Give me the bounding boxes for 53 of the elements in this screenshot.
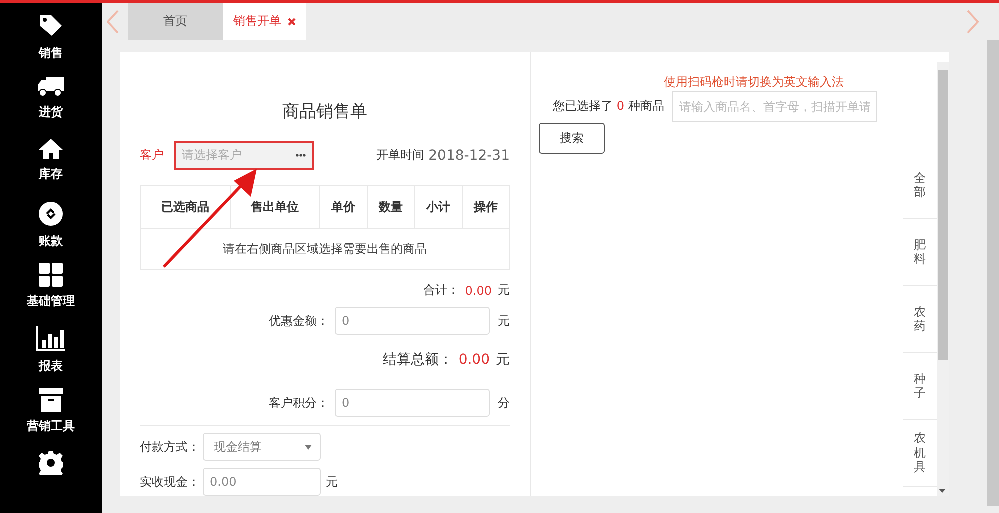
truck-icon[interactable] [37, 76, 65, 98]
scroll-down-icon[interactable] [939, 489, 946, 493]
selected-count-text: 您已选择了 0 种商品 [553, 98, 664, 115]
settle-label: 结算总额： [382, 351, 453, 369]
archive-box-icon[interactable] [39, 388, 63, 412]
close-icon[interactable] [288, 18, 296, 26]
sidebar-item-label[interactable]: 库存 [39, 166, 63, 183]
tab[interactable]: 销售开单 [223, 3, 306, 40]
link-icon[interactable] [38, 200, 64, 226]
tab[interactable]: 首页 [128, 3, 223, 40]
column-header: 单价 [320, 186, 368, 228]
grid-icon[interactable] [39, 263, 63, 287]
cash-label: 实收现金： [140, 474, 200, 490]
unit-label: 元 [326, 474, 338, 490]
sidebar-item-label[interactable]: 报表 [39, 358, 63, 374]
house-icon[interactable] [38, 138, 64, 160]
form-title: 商品销售单 [282, 101, 368, 123]
sidebar-item-label[interactable]: 基础管理 [27, 293, 75, 310]
sidebar-item-label[interactable]: 账款 [39, 232, 63, 250]
points-label: 客户积分： [269, 394, 329, 412]
customer-label: 客户 [140, 147, 164, 164]
date-label: 开单时间 [376, 147, 425, 164]
discount-label: 优惠金额： [269, 312, 329, 330]
unit-label: 分 [498, 394, 510, 412]
unit-label: 元 [498, 312, 510, 330]
payment-label: 付款方式： [140, 438, 200, 456]
total-value: 0.00 [465, 284, 492, 298]
discount-input[interactable]: 0 [335, 307, 490, 335]
scrollbar[interactable] [937, 62, 949, 496]
settle-value: 0.00 [458, 352, 490, 368]
column-header: 已选商品 [140, 186, 230, 228]
total-label: 合计： [423, 282, 460, 299]
column-header: 操作 [462, 186, 510, 228]
cash-input[interactable]: 0.00 [203, 468, 321, 496]
empty-message: 请在右侧商品区域选择需要出售的商品 [140, 228, 510, 270]
settings-icon[interactable] [39, 450, 63, 474]
sidebar-item-label[interactable]: 营销工具 [27, 418, 75, 435]
payment-select[interactable]: 现金结算 [203, 433, 321, 461]
unit-label: 元 [498, 282, 510, 299]
date-value: 2018-12-31 [428, 148, 510, 164]
scanner-hint: 使用扫码枪时请切换为英文输入法 [664, 74, 845, 91]
column-header: 数量 [367, 186, 415, 228]
search-button[interactable]: 搜索 [539, 123, 605, 154]
tag-icon[interactable] [38, 13, 64, 39]
bar-chart-icon[interactable] [36, 326, 66, 352]
caret-icon [305, 444, 312, 450]
sidebar-item-label[interactable]: 进货 [39, 104, 63, 120]
more-icon[interactable] [296, 154, 306, 157]
unit-label: 元 [496, 351, 510, 369]
column-header: 小计 [414, 186, 462, 228]
scrollbar[interactable] [987, 40, 999, 506]
sidebar-item-label[interactable]: 销售 [39, 45, 63, 62]
points-input[interactable]: 0 [335, 389, 490, 417]
